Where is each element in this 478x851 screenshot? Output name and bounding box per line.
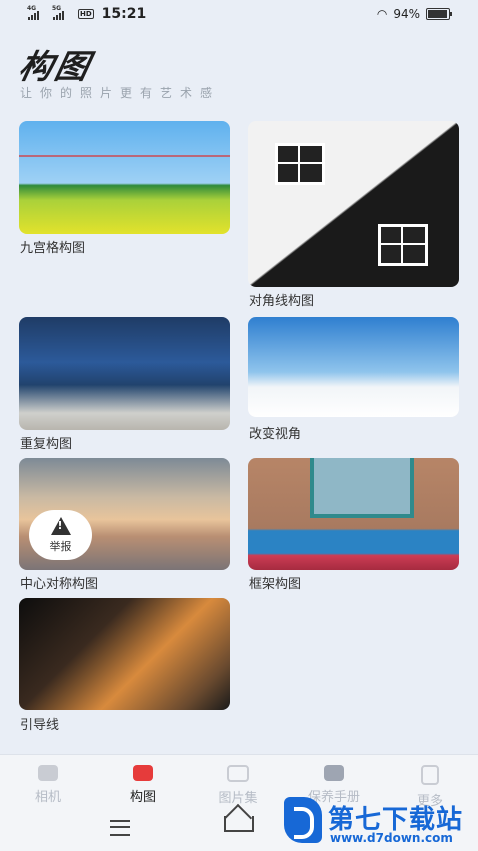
card-label-repeat[interactable]: 重复构图 — [20, 433, 72, 452]
tab-camera[interactable]: 相机 — [18, 765, 78, 805]
card-label-leading-lines[interactable]: 引导线 — [20, 714, 59, 733]
watermark-url: www.d7down.com — [330, 831, 453, 845]
card-label-diagonal[interactable]: 对角线构图 — [249, 290, 314, 309]
signal-4g-icon: 4G — [27, 5, 39, 20]
card-image-grid[interactable] — [19, 121, 230, 234]
home-nav-icon[interactable] — [224, 816, 254, 832]
clock: 15:21 — [101, 6, 147, 22]
report-button[interactable]: 举报 — [29, 510, 92, 560]
warning-icon — [50, 516, 71, 535]
card-image-perspective[interactable] — [248, 317, 459, 417]
wifi-icon: ◠ — [376, 7, 388, 21]
watermark-logo-icon — [284, 797, 322, 843]
page-subtitle: 让你的照片更有艺术感 — [20, 86, 221, 100]
camera-icon — [38, 765, 58, 781]
card-image-repeat[interactable] — [19, 317, 230, 430]
card-image-diagonal[interactable] — [248, 121, 459, 287]
report-label: 举报 — [49, 539, 72, 553]
page-title: 构图 — [15, 47, 96, 86]
card-image-frame[interactable] — [248, 458, 459, 570]
card-label-frame[interactable]: 框架构图 — [249, 573, 301, 592]
card-image-leading-lines[interactable] — [19, 598, 230, 710]
battery-percent: 94% — [393, 7, 420, 21]
status-bar: 4G 5G HD 15:21 ◠ 94% — [0, 0, 478, 30]
tab-label: 构图 — [129, 790, 156, 805]
composition-icon — [133, 765, 153, 781]
camera-care-icon — [324, 765, 344, 781]
tab-composition[interactable]: 构图 — [113, 765, 173, 805]
person-icon — [421, 765, 439, 785]
hd-icon: HD — [78, 9, 94, 19]
card-label-center[interactable]: 中心对称构图 — [20, 573, 98, 592]
watermark: 第七下载站 www.d7down.com — [284, 797, 474, 847]
gallery-icon — [227, 765, 249, 782]
tab-gallery[interactable]: 图片集 — [208, 765, 268, 806]
tab-label: 相机 — [34, 790, 61, 805]
menu-nav-icon[interactable] — [110, 820, 130, 836]
card-label-perspective[interactable]: 改变视角 — [249, 423, 301, 442]
battery-icon — [426, 8, 452, 20]
card-label-grid[interactable]: 九宫格构图 — [20, 237, 85, 256]
signal-5g-icon: 5G — [52, 5, 64, 20]
